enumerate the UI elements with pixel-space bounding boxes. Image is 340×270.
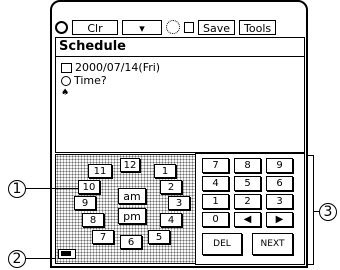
clear-button[interactable]: Clr (72, 19, 118, 35)
num-key-5[interactable]: 5 (234, 176, 261, 191)
hour-key-12[interactable]: 12 (120, 158, 140, 172)
num-key-9[interactable]: 9 (266, 158, 293, 173)
hour-key-2[interactable]: 2 (160, 180, 182, 194)
callout-3-bracket-bot (306, 264, 314, 265)
callout-3: 3 (319, 203, 337, 221)
tools-button[interactable]: Tools (239, 19, 277, 35)
time-value: Time? (74, 74, 107, 87)
hour-key-1[interactable]: 1 (154, 164, 176, 178)
hour-key-10[interactable]: 10 (78, 180, 100, 194)
clock-icon (61, 75, 71, 86)
schedule-screen: Schedule 2000/07/14(Fri) Time? ♠ (55, 37, 305, 153)
num-key-6[interactable]: 6 (266, 176, 293, 191)
next-key[interactable]: NEXT (252, 233, 293, 255)
callout-1-line (26, 188, 78, 189)
num-key-3[interactable]: 3 (266, 194, 293, 209)
date-value: 2000/07/14(Fri) (75, 61, 161, 74)
grid-icon[interactable] (184, 21, 194, 33)
alarm-row[interactable]: ♠ (56, 87, 304, 100)
hour-key-8[interactable]: 8 (82, 213, 104, 227)
time-row[interactable]: Time? (56, 74, 304, 87)
num-key-8[interactable]: 8 (234, 158, 261, 173)
num-key-0[interactable]: 0 (202, 212, 229, 227)
del-key[interactable]: DEL (202, 233, 242, 255)
sync-icon[interactable] (55, 20, 68, 34)
page-title: Schedule (56, 38, 304, 57)
cursor-left-key[interactable]: ◀ (234, 212, 261, 227)
callout-1: 1 (8, 180, 26, 198)
hour-key-4[interactable]: 4 (160, 213, 182, 227)
date-row[interactable]: 2000/07/14(Fri) (56, 61, 304, 74)
callout-3-bracket-vert (313, 155, 314, 265)
toolbar: Clr ▾ Save Tools (55, 18, 277, 36)
num-key-4[interactable]: 4 (202, 176, 229, 191)
am-key[interactable]: am (118, 188, 146, 204)
callout-3-line (313, 211, 319, 212)
hour-key-3[interactable]: 3 (168, 196, 190, 210)
hour-key-6[interactable]: 6 (120, 235, 142, 249)
alarm-icon[interactable] (166, 20, 180, 34)
hour-key-11[interactable]: 11 (88, 164, 112, 178)
bell-icon: ♠ (61, 88, 70, 98)
battery-icon (58, 249, 76, 259)
num-key-2[interactable]: 2 (234, 194, 261, 209)
save-button[interactable]: Save (198, 19, 236, 35)
pm-key[interactable]: pm (118, 208, 146, 224)
cursor-right-key[interactable]: ▶ (266, 212, 293, 227)
numeric-keypad: 7 8 9 4 5 6 1 2 3 0 ◀ ▶ DEL NEXT (195, 153, 305, 265)
hour-key-7[interactable]: 7 (92, 230, 114, 244)
num-key-7[interactable]: 7 (202, 158, 229, 173)
callout-2: 2 (8, 250, 26, 268)
hour-key-5[interactable]: 5 (148, 230, 170, 244)
num-key-1[interactable]: 1 (202, 194, 229, 209)
callout-2-line (26, 258, 56, 259)
hour-key-9[interactable]: 9 (74, 196, 96, 210)
dropdown-button[interactable]: ▾ (122, 19, 162, 35)
calendar-icon (61, 62, 72, 73)
